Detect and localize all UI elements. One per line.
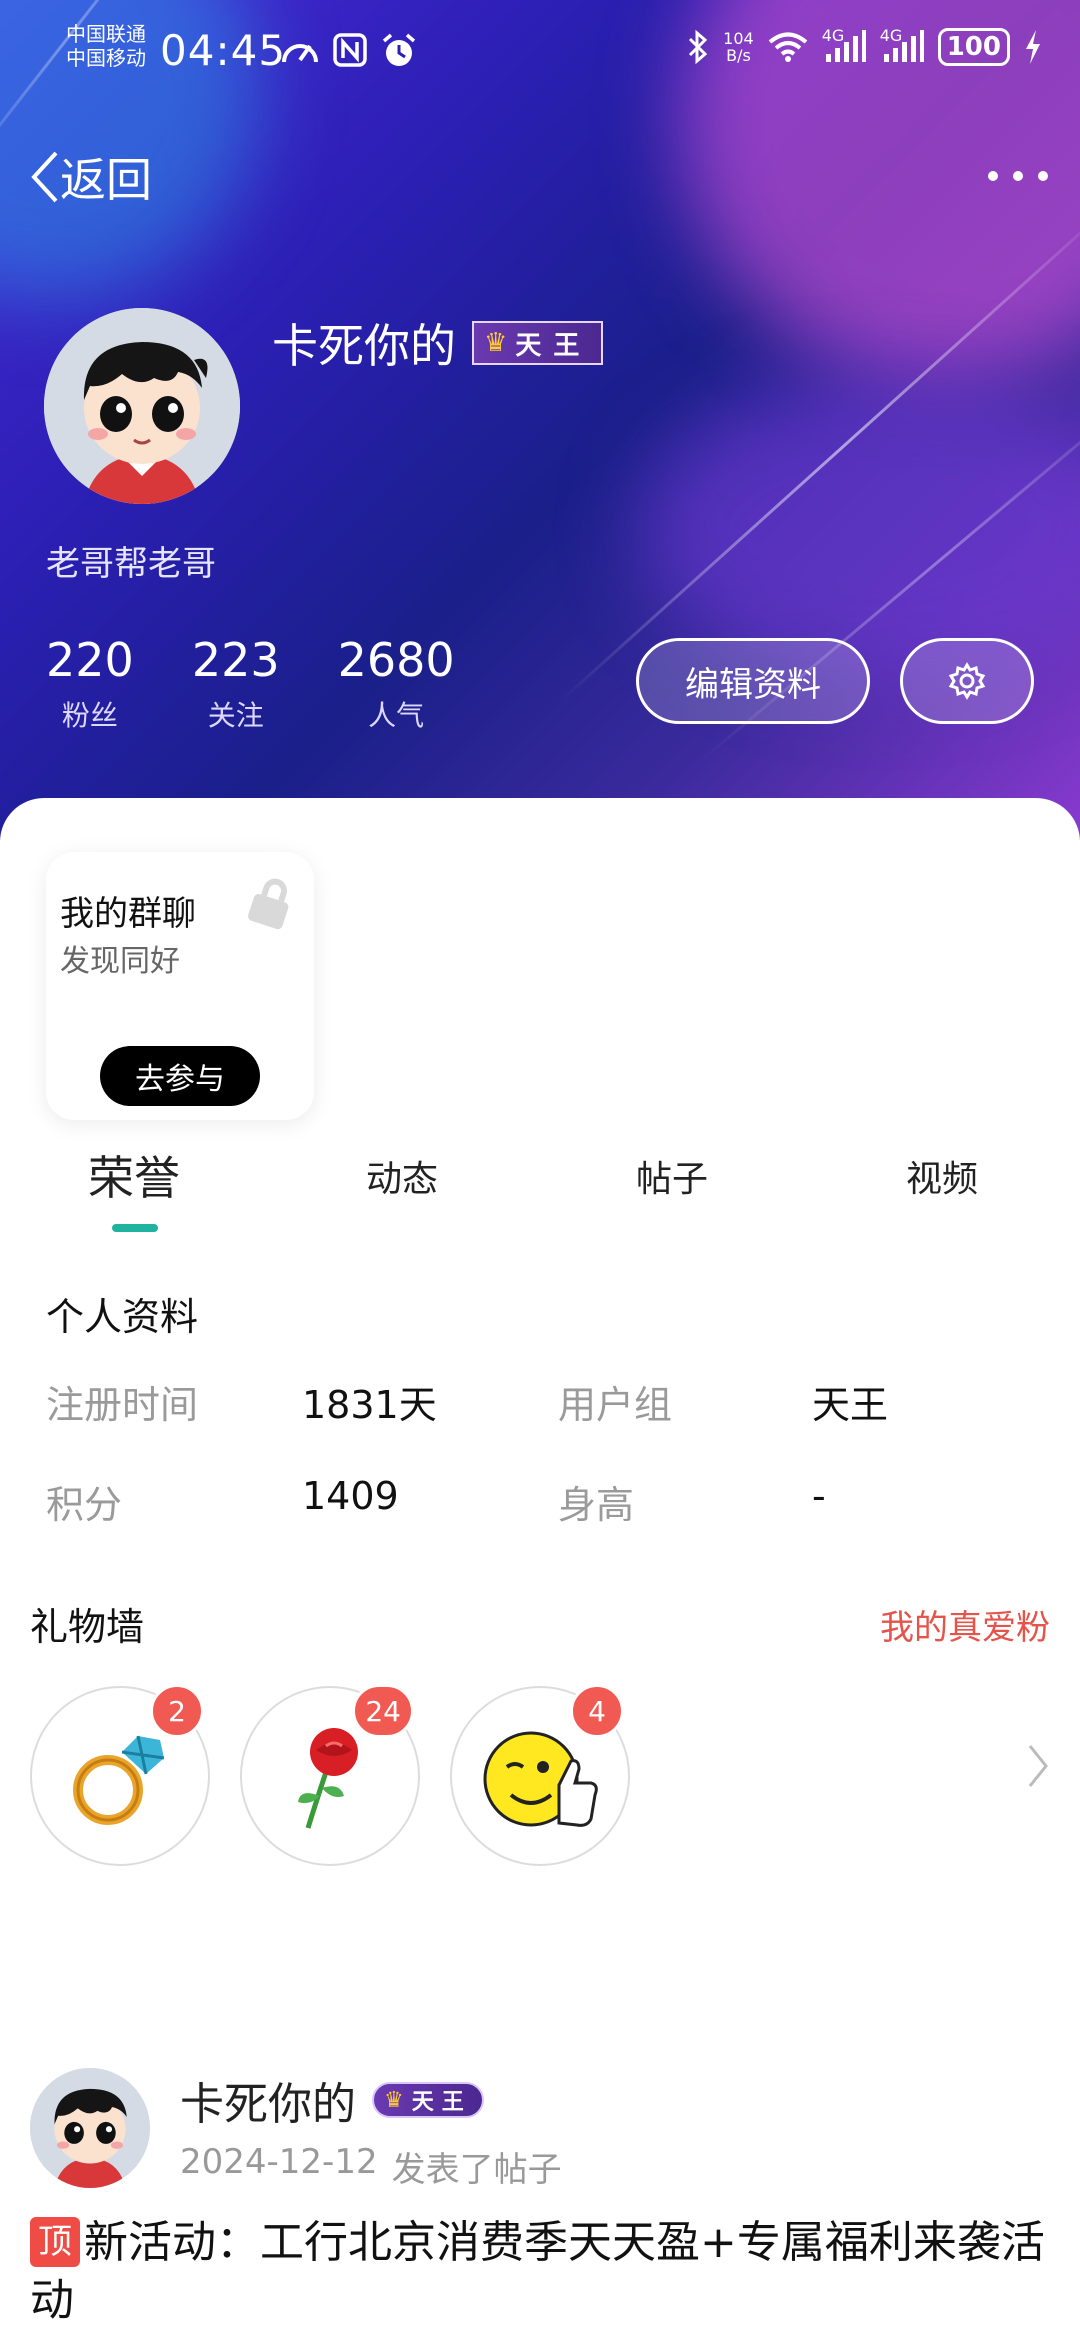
carrier-1: 中国联通 [66, 22, 146, 46]
alarm-icon [382, 33, 416, 66]
tab-posts[interactable]: 帖子 [636, 1150, 708, 1202]
post-meta: 2024-12-12 发表了帖子 [180, 2142, 562, 2191]
status-icons-right: 104 B/s 4G 4G 100 [687, 26, 1042, 66]
info-row: 积分 1409 身高 - [46, 1474, 1046, 1574]
rank-badge-label: 天王 [411, 2090, 472, 2115]
active-tab-indicator [112, 1224, 158, 1232]
info-row: 注册时间 1831天 用户组 天王 [46, 1374, 1046, 1474]
stat-value: 220 [46, 633, 134, 687]
rank-badge: ♛ 天王 [472, 321, 604, 365]
profile-username: 卡死你的 ♛ 天王 [272, 310, 604, 376]
network-speed: 104 B/s [723, 30, 754, 64]
stat-label: 人气 [368, 699, 425, 732]
signal-1-type: 4G [821, 26, 845, 45]
profile-signature: 老哥帮老哥 [46, 544, 216, 584]
status-time: 04:45 [160, 26, 287, 75]
stat-popularity[interactable]: 2680 人气 [338, 632, 455, 734]
gift-count-badge: 24 [352, 1684, 414, 1738]
gift-item[interactable]: 4 [450, 1684, 630, 1866]
avatar-cartoon-icon [30, 2068, 150, 2188]
network-speed-value: 104 [723, 29, 754, 48]
bluetooth-icon [689, 29, 708, 65]
group-chat-title: 我的群聊 [60, 894, 196, 934]
points-value: 1409 [302, 1474, 399, 1518]
avatar-cartoon-icon [44, 308, 240, 504]
chevron-right-icon[interactable] [1026, 1742, 1050, 1790]
profile-header: 中国联通 中国移动 04:45 104 B/s 4G 4G 100 返回 卡死你… [0, 0, 1080, 840]
stat-following[interactable]: 223 关注 [192, 632, 280, 734]
gift-item[interactable]: 24 [240, 1684, 420, 1866]
rank-badge: ♛ 天王 [372, 2082, 484, 2118]
network-speed-unit: B/s [726, 46, 751, 65]
user-group-value: 天王 [812, 1383, 889, 1427]
post-action: 发表了帖子 [391, 2150, 562, 2190]
stat-value: 2680 [337, 633, 455, 687]
status-bar: 中国联通 中国移动 04:45 104 B/s 4G 4G 100 [0, 0, 1080, 100]
gift-count-badge: 4 [570, 1684, 624, 1738]
stat-value: 223 [191, 633, 280, 687]
signal-2: 4G [880, 26, 924, 64]
gear-icon [948, 662, 986, 700]
personal-info-title: 个人资料 [46, 1295, 199, 1339]
tab-honor[interactable]: 荣誉 [88, 1142, 180, 1208]
wifi-icon [768, 32, 807, 62]
header-glow [640, 380, 1080, 680]
charging-icon [1026, 30, 1040, 64]
group-chat-card[interactable]: 我的群聊 发现同好 去参与 [46, 852, 314, 1120]
rank-badge-label: 天王 [515, 330, 592, 361]
carrier-2: 中国移动 [66, 46, 146, 70]
tab-activity[interactable]: 动态 [366, 1150, 438, 1202]
points-label: 积分 [46, 1483, 123, 1527]
stat-fans[interactable]: 220 粉丝 [46, 632, 134, 734]
profile-tabs: 荣誉 动态 帖子 视频 [0, 1150, 1080, 1240]
height-value: - [812, 1474, 826, 1518]
avatar[interactable] [44, 308, 240, 504]
post-author-avatar[interactable] [30, 2068, 150, 2188]
crown-icon: ♛ [484, 328, 508, 358]
status-icons-left [280, 32, 418, 70]
signal-2-type: 4G [879, 26, 903, 45]
back-label: 返回 [60, 153, 152, 207]
post-date: 2024-12-12 [180, 2142, 378, 2182]
gift-count-badge: 2 [150, 1684, 204, 1738]
battery-indicator: 100 [937, 28, 1010, 66]
post-author[interactable]: 卡死你的 ♛ 天王 [180, 2068, 484, 2132]
lock-icon [248, 878, 289, 930]
tab-videos[interactable]: 视频 [906, 1150, 978, 1202]
edit-profile-button[interactable]: 编辑资料 [636, 638, 870, 724]
back-button[interactable]: 返回 [30, 144, 152, 210]
stat-label: 关注 [207, 699, 264, 732]
chevron-left-icon [31, 151, 58, 203]
more-dots-icon[interactable] [988, 156, 1048, 196]
username-text: 卡死你的 [272, 319, 456, 373]
profile-stats: 220 粉丝 223 关注 2680 人气 [46, 632, 455, 734]
user-group-label: 用户组 [558, 1383, 673, 1427]
stat-label: 粉丝 [61, 699, 118, 732]
carrier-info: 中国联通 中国移动 [66, 22, 146, 70]
pinned-badge: 顶 [30, 2217, 80, 2267]
signal-1: 4G [822, 26, 866, 64]
register-time-label: 注册时间 [46, 1383, 199, 1427]
post-author-name: 卡死你的 [180, 2079, 356, 2130]
nfc-icon [333, 33, 367, 67]
speedometer-icon [282, 44, 318, 63]
gift-item[interactable]: 2 [30, 1684, 210, 1866]
gift-wall-title: 礼物墙 [30, 1605, 145, 1649]
join-group-button[interactable]: 去参与 [100, 1046, 260, 1106]
gift-wall: 2 24 4 [30, 1684, 630, 1866]
true-fans-link[interactable]: 我的真爱粉 [880, 1600, 1050, 1649]
personal-info-grid: 注册时间 1831天 用户组 天王 积分 1409 身高 - [46, 1374, 1046, 1574]
post-title[interactable]: 顶新活动：工行北京消费季天天盈+专属福利来袭活动 [30, 2214, 1050, 2330]
group-chat-subtitle: 发现同好 [60, 944, 180, 979]
height-label: 身高 [558, 1483, 635, 1527]
settings-button[interactable] [900, 638, 1034, 724]
post-title-text: 新活动：工行北京消费季天天盈+专属福利来袭活动 [30, 2217, 1045, 2326]
crown-icon: ♛ [384, 2087, 404, 2113]
register-time-value: 1831天 [302, 1383, 437, 1427]
profile-content: 我的群聊 发现同好 去参与 荣誉 动态 帖子 视频 个人资料 注册时间 1831… [0, 798, 1080, 2340]
